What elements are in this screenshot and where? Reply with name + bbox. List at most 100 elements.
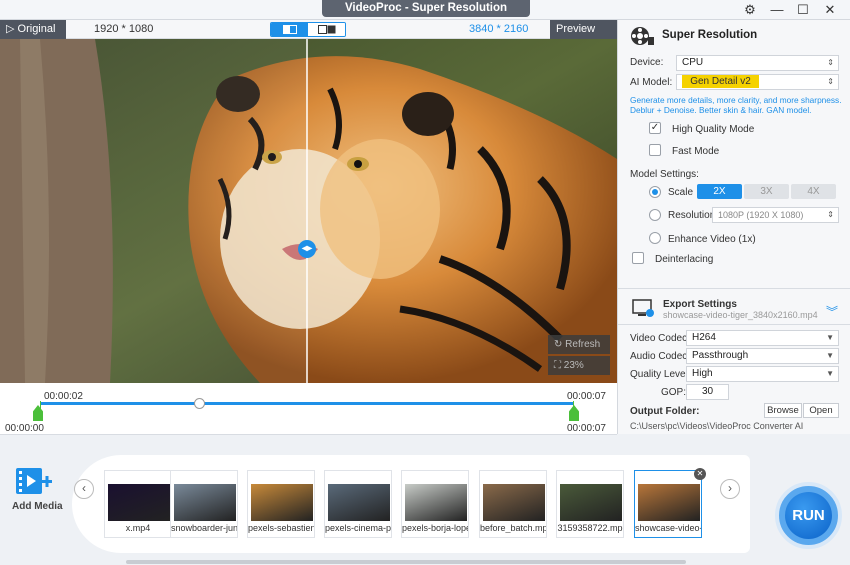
- output-path: C:\Users\pc\Videos\VideoProc Converter A…: [630, 421, 804, 431]
- video-codec-select[interactable]: H264 ▼: [686, 330, 839, 346]
- resolution-value: 1080P (1920 X 1080): [718, 210, 804, 220]
- preview-tab[interactable]: Preview 🔍︎: [550, 20, 617, 54]
- playhead-knob[interactable]: [194, 398, 205, 409]
- thumbnail-image: [108, 484, 170, 521]
- trim-start-handle[interactable]: [33, 405, 43, 421]
- media-thumbnail[interactable]: pexels-sebastien: [247, 470, 315, 538]
- video-preview[interactable]: ◂▸ ↻ Refresh ⛶ 23%: [0, 39, 617, 383]
- split-handle[interactable]: ◂▸: [298, 240, 316, 258]
- device-value: CPU: [682, 57, 704, 68]
- ai-model-description: Generate more details, more clarity, and…: [630, 95, 842, 115]
- timeline: 00:00:02 00:00:07 00:00:00 00:00:07: [0, 383, 617, 435]
- split-view-toggle[interactable]: [270, 22, 346, 37]
- tiger-frame: [0, 39, 617, 383]
- panel-title: Super Resolution: [662, 29, 758, 41]
- resolution-select[interactable]: 1080P (1920 X 1080) ⇕: [712, 207, 839, 223]
- output-resolution: 3840 * 2160: [469, 23, 529, 35]
- timeline-track[interactable]: [40, 402, 573, 405]
- video-codec-value: H264: [692, 332, 716, 343]
- thumbnail-image: [483, 484, 545, 521]
- thumbnail-caption: 3159358722.mp: [557, 523, 623, 533]
- quality-level-label: Quality Level:: [630, 369, 691, 380]
- refresh-label: Refresh: [565, 339, 601, 350]
- gop-input[interactable]: 30: [686, 384, 729, 400]
- thumbnail-image: [405, 484, 467, 521]
- zoom-icon: ⛶: [554, 360, 561, 371]
- device-select[interactable]: CPU ⇕: [676, 55, 839, 71]
- thumbnail-caption: x.mp4: [125, 523, 151, 533]
- divider: [618, 324, 850, 325]
- quality-select[interactable]: High ▼: [686, 366, 839, 382]
- trim-end-handle[interactable]: [569, 405, 579, 421]
- zoom-label: 23%: [563, 360, 584, 371]
- split-view-icon[interactable]: [271, 23, 308, 36]
- thumbnail-image: [251, 484, 313, 521]
- video-codec-label: Video Codec:: [630, 333, 690, 344]
- play-triangle-icon: ▷: [6, 23, 15, 35]
- super-resolution-icon: [631, 27, 654, 45]
- video-toolbar: ▷ Original 1920 * 1080 3840 * 2160 Previ…: [0, 20, 617, 54]
- model-settings-label: Model Settings:: [630, 169, 699, 180]
- thumbnail-caption: showcase-video-: [635, 523, 701, 533]
- remove-media-icon[interactable]: ✕: [694, 468, 706, 480]
- start-time: 00:00:00: [5, 423, 44, 434]
- add-media-icon[interactable]: [16, 466, 52, 498]
- media-scrollbar[interactable]: [126, 560, 686, 564]
- settings-panel: Super Resolution Device: CPU ⇕ AI Model: …: [617, 20, 850, 434]
- dropdown-icon: ▼: [826, 351, 834, 360]
- side-by-side-icon[interactable]: [308, 23, 345, 36]
- maximize-icon[interactable]: ☐: [788, 0, 818, 20]
- fast-mode-checkbox[interactable]: [649, 144, 661, 156]
- updown-icon: ⇕: [827, 210, 834, 219]
- settings-gear-icon[interactable]: ⚙: [735, 0, 765, 20]
- preview-label: Preview: [556, 23, 596, 35]
- scroll-left-button[interactable]: ‹: [74, 479, 94, 499]
- refresh-button[interactable]: ↻ Refresh: [548, 335, 610, 354]
- audio-codec-select[interactable]: Passthrough ▼: [686, 348, 839, 364]
- media-thumbnail[interactable]: showcase-video-: [634, 470, 702, 538]
- audio-codec-label: Audio Codec:: [630, 351, 691, 362]
- media-thumbnail[interactable]: before_batch.mp: [479, 470, 547, 538]
- divider: [618, 288, 850, 289]
- media-thumbnail[interactable]: pexels-borja-lope: [401, 470, 469, 538]
- high-quality-checkbox[interactable]: ✓: [649, 122, 661, 134]
- media-thumbnail[interactable]: pexels-cinema-pr: [324, 470, 392, 538]
- media-thumbnail[interactable]: 3159358722.mp: [556, 470, 624, 538]
- scale-4x-button[interactable]: 4X: [791, 184, 836, 199]
- media-thumbnail[interactable]: snowboarder-jun: [170, 470, 238, 538]
- thumbnail-caption: pexels-borja-lope: [402, 523, 468, 533]
- original-tab[interactable]: ▷ Original: [0, 20, 66, 39]
- thumbnail-image: [560, 484, 622, 521]
- run-button[interactable]: RUN: [775, 482, 842, 549]
- scroll-right-button[interactable]: ›: [720, 479, 740, 499]
- dropdown-icon: ▼: [826, 369, 834, 378]
- thumbnail-image: [174, 484, 236, 521]
- scale-label: Scale: [668, 187, 694, 198]
- zoom-indicator[interactable]: ⛶ 23%: [548, 356, 610, 375]
- export-title: Export Settings: [663, 299, 737, 310]
- expand-chevron-icon[interactable]: ︾: [826, 303, 838, 320]
- enhance-radio[interactable]: [649, 232, 661, 244]
- scale-3x-button[interactable]: 3X: [744, 184, 789, 199]
- close-icon[interactable]: ✕: [815, 0, 845, 20]
- scale-radio[interactable]: [649, 186, 661, 198]
- quality-value: High: [692, 368, 713, 379]
- gop-label: GOP:: [661, 387, 687, 398]
- scale-2x-button[interactable]: 2X: [697, 184, 742, 199]
- thumbnail-image: [638, 484, 700, 521]
- thumbnail-caption: before_batch.mp: [480, 523, 546, 533]
- run-label: RUN: [785, 492, 832, 539]
- end-time-bottom: 00:00:07: [567, 423, 606, 434]
- high-quality-label: High Quality Mode: [672, 124, 755, 135]
- current-time: 00:00:02: [44, 391, 83, 402]
- resolution-label: Resolution: [668, 210, 716, 221]
- device-label: Device:: [630, 57, 664, 68]
- enhance-label: Enhance Video (1x): [668, 234, 756, 245]
- deinterlacing-checkbox[interactable]: [632, 252, 644, 264]
- browse-button[interactable]: Browse: [764, 403, 802, 418]
- updown-icon: ⇕: [827, 77, 834, 86]
- resolution-radio[interactable]: [649, 209, 661, 221]
- add-media-label[interactable]: Add Media: [12, 501, 63, 512]
- open-button[interactable]: Open: [803, 403, 839, 418]
- media-thumbnail[interactable]: x.mp4: [104, 470, 172, 538]
